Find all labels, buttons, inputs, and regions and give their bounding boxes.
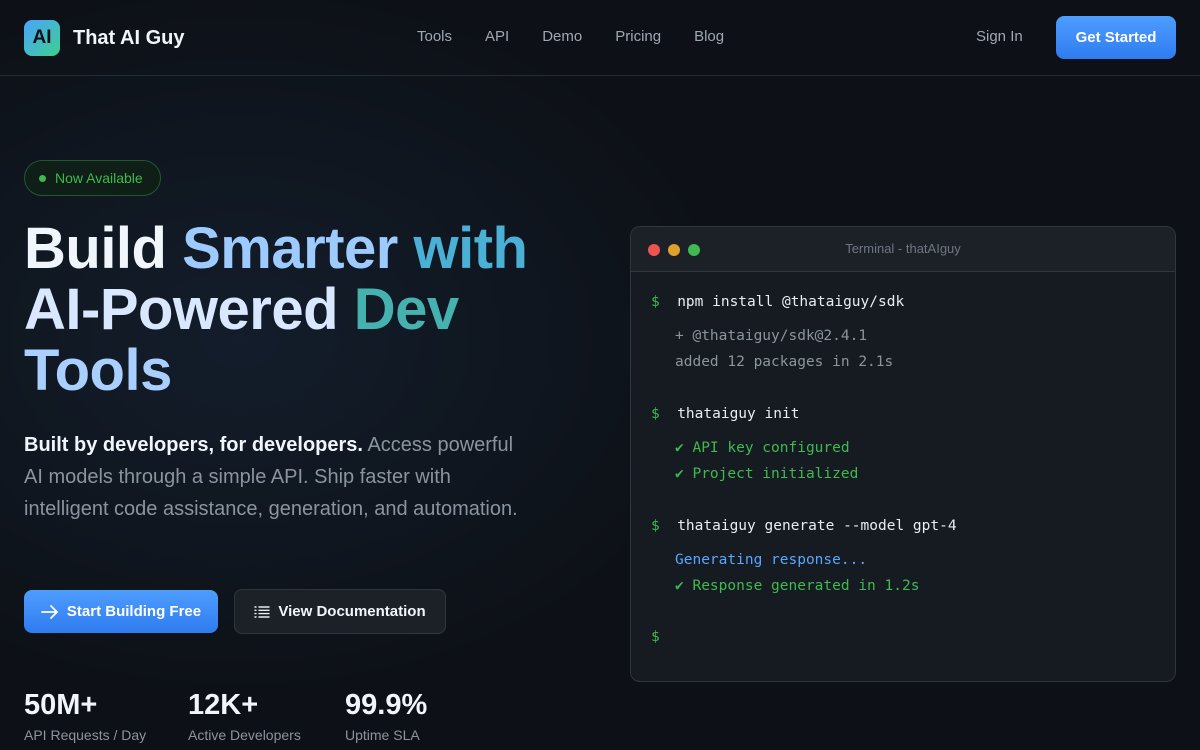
stat-api-requests: 50M+ API Requests / Day (24, 688, 146, 743)
start-building-button[interactable]: Start Building Free (24, 590, 218, 633)
stat-value: 99.9% (345, 689, 428, 721)
top-nav: AI That AI Guy Tools API Demo Pricing Bl… (0, 0, 1200, 76)
brand-name: That AI Guy (73, 26, 185, 49)
brand[interactable]: AI That AI Guy (24, 20, 184, 56)
hero-headline: Build Smarter with AI-Powered Dev Tools (24, 218, 604, 401)
view-documentation-button[interactable]: View Documentation (234, 589, 446, 634)
headline-word: Build (24, 216, 167, 281)
terminal-command-line: $ npm install @thataiguy/sdk (651, 294, 904, 310)
arrow-right-icon (41, 604, 59, 620)
terminal-command-line: $ thataiguy generate --model gpt-4 (651, 518, 957, 534)
start-building-label: Start Building Free (66, 603, 202, 620)
stat-label: Active Developers (188, 727, 301, 743)
stat-label: Uptime SLA (345, 727, 420, 743)
terminal-prompt: $ (651, 406, 660, 422)
nav-link-api[interactable]: API (485, 28, 509, 45)
status-dot-icon (39, 174, 46, 182)
hero-description: Built by developers, for developers. Acc… (24, 429, 524, 525)
terminal-success-line: ✔ Response generated in 1.2s (675, 578, 920, 594)
hero-description-strong: Built by developers, for developers. (24, 434, 363, 456)
headline-word: Smarter (182, 216, 398, 281)
nav-links: Tools API Demo Pricing Blog (417, 28, 757, 45)
availability-badge: Now Available (24, 160, 161, 196)
terminal-info-line: Generating response... (675, 552, 868, 568)
terminal-title: Terminal - thatAIguy (845, 241, 961, 256)
get-started-button[interactable]: Get Started (1056, 16, 1176, 59)
terminal-command: npm install @thataiguy/sdk (677, 294, 905, 310)
list-icon (254, 605, 271, 618)
terminal-output-line: added 12 packages in 2.1s (675, 354, 894, 370)
logo-icon: AI (24, 20, 60, 56)
nav-link-blog[interactable]: Blog (694, 28, 724, 45)
sign-in-link[interactable]: Sign In (976, 28, 1023, 45)
terminal-prompt: $ (651, 518, 660, 534)
terminal-window: Terminal - thatAIguy $ npm install @that… (630, 226, 1176, 682)
terminal-command: thataiguy generate --model gpt-4 (677, 518, 957, 534)
headline-word: Tools (24, 338, 172, 403)
terminal-title-bar: Terminal - thatAIguy (631, 227, 1175, 272)
terminal-prompt: $ (651, 294, 660, 310)
terminal-success-line: ✔ API key configured (675, 440, 850, 456)
stat-label: API Requests / Day (24, 727, 147, 743)
nav-link-demo[interactable]: Demo (542, 28, 582, 45)
nav-link-pricing[interactable]: Pricing (615, 28, 661, 45)
terminal-command-line: $ thataiguy init (651, 406, 799, 422)
headline-word: with (413, 216, 528, 281)
terminal-output-line: + @thataiguy/sdk@2.4.1 (675, 328, 868, 344)
stat-value: 50M+ (24, 689, 98, 721)
view-documentation-label: View Documentation (278, 603, 426, 620)
badge-label: Now Available (55, 170, 143, 186)
nav-link-tools[interactable]: Tools (417, 28, 452, 45)
terminal-command: thataiguy init (677, 406, 800, 422)
terminal-prompt[interactable]: $ (651, 629, 660, 645)
terminal-success-line: ✔ Project initialized (675, 466, 859, 482)
stat-value: 12K+ (188, 689, 259, 721)
stat-active-developers: 12K+ Active Developers (188, 688, 301, 743)
headline-word: Dev (353, 277, 459, 342)
headline-word: AI-Powered (24, 277, 339, 342)
stat-uptime: 99.9% Uptime SLA (345, 688, 427, 743)
